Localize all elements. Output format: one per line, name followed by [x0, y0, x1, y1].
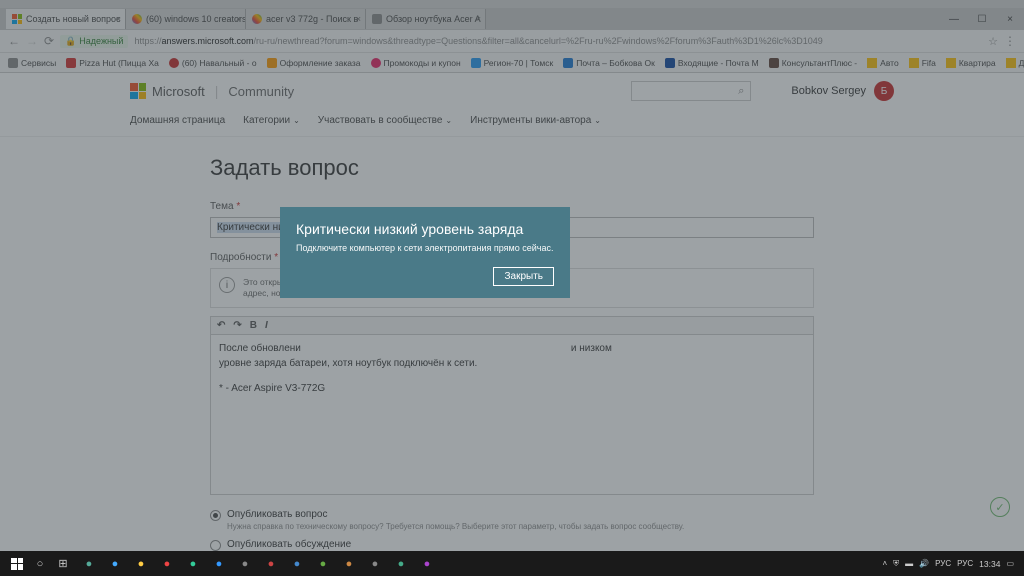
taskbar-app[interactable]: ● [414, 551, 440, 576]
system-tray: ˄ ⛨ ▬ 🔊 РУС РУС 13:34 ▭ [882, 559, 1020, 569]
tray-chevron-icon[interactable]: ˄ [882, 559, 887, 568]
taskbar-app[interactable]: ● [154, 551, 180, 576]
windows-taskbar: ○ ⊞ ● ● ● ● ● ● ● ● ● ● ● ● ● ● ˄ ⛨ ▬ 🔊 … [0, 551, 1024, 576]
taskbar-app[interactable]: ● [180, 551, 206, 576]
clock[interactable]: 13:34 [979, 559, 1000, 569]
taskbar-app[interactable]: ● [128, 551, 154, 576]
battery-critical-notification: Критически низкий уровень заряда Подключ… [280, 207, 570, 298]
taskbar-app[interactable]: ● [388, 551, 414, 576]
taskbar-app[interactable]: ● [102, 551, 128, 576]
modal-body: Подключите компьютер к сети электропитан… [296, 243, 554, 253]
input-lang[interactable]: РУС [935, 559, 951, 568]
keyboard-lang[interactable]: РУС [957, 559, 973, 568]
taskbar-app[interactable]: ● [76, 551, 102, 576]
network-icon[interactable]: ▬ [905, 559, 913, 568]
taskbar-app[interactable]: ● [206, 551, 232, 576]
taskbar-app[interactable]: ● [284, 551, 310, 576]
close-button[interactable]: Закрыть [493, 267, 554, 286]
taskbar-app[interactable]: ● [258, 551, 284, 576]
cortana-icon[interactable]: ○ [30, 551, 50, 576]
tray-icon[interactable]: ⛨ [893, 559, 899, 569]
volume-icon[interactable]: 🔊 [919, 559, 929, 568]
modal-title: Критически низкий уровень заряда [296, 221, 554, 237]
action-center-icon[interactable]: ▭ [1006, 559, 1014, 568]
task-view-icon[interactable]: ⊞ [50, 551, 76, 576]
taskbar-app[interactable]: ● [232, 551, 258, 576]
taskbar-app[interactable]: ● [336, 551, 362, 576]
start-button[interactable] [4, 551, 30, 576]
taskbar-app[interactable]: ● [310, 551, 336, 576]
taskbar-app[interactable]: ● [362, 551, 388, 576]
